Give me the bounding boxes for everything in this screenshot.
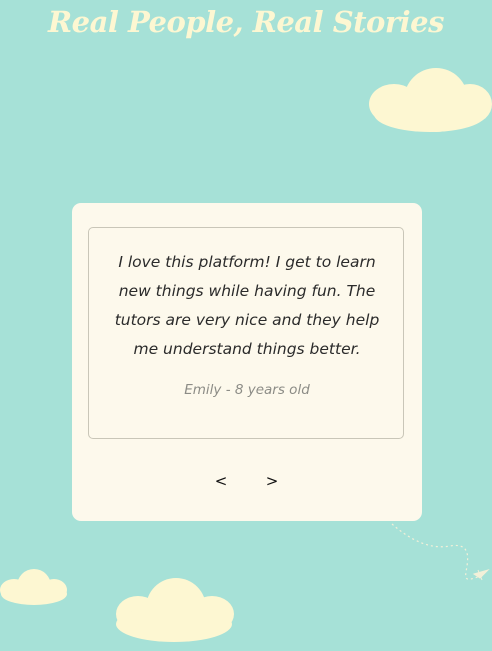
page-title: Real People, Real Stories (48, 5, 444, 39)
testimonial-quote: I love this platform! I get to learn new… (114, 253, 380, 358)
paper-plane-icon (388, 520, 492, 584)
cloud-icon (114, 578, 236, 644)
next-button[interactable]: > (257, 471, 287, 491)
testimonial-card: I love this platform! I get to learn new… (72, 203, 422, 521)
previous-button[interactable]: < (206, 471, 236, 491)
cloud-icon (0, 568, 68, 606)
testimonial-quote-box: I love this platform! I get to learn new… (88, 227, 404, 439)
testimonial-author: Emily - 8 years old (184, 382, 310, 398)
cloud-icon (366, 66, 492, 138)
